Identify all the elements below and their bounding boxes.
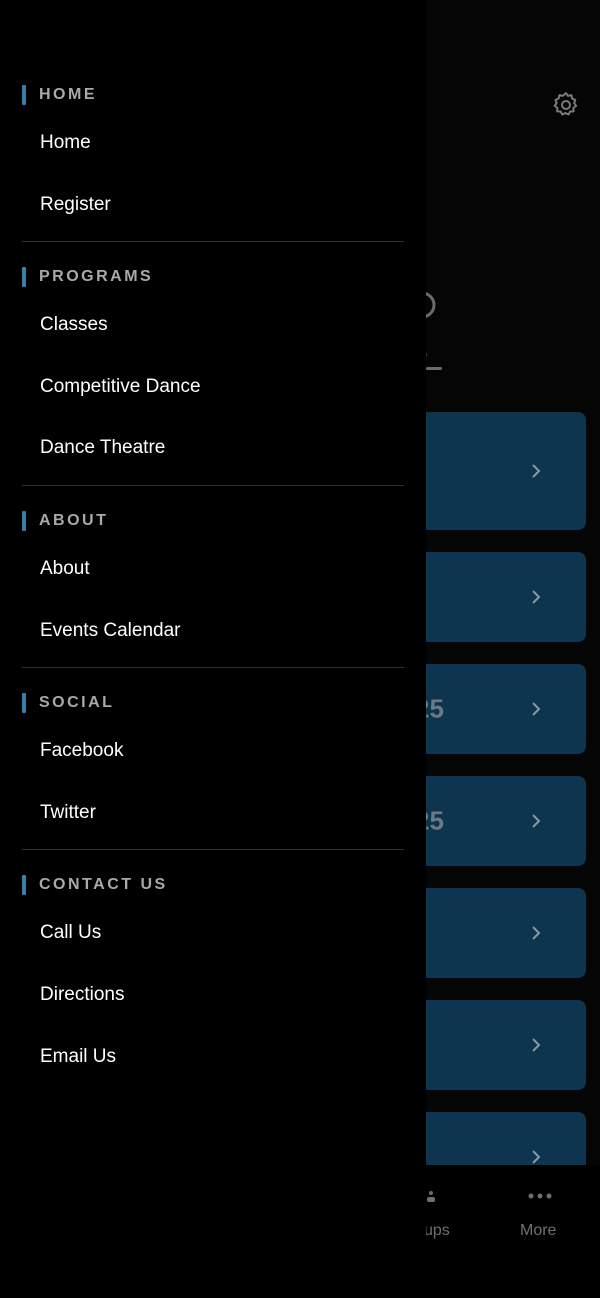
section-header-about: ABOUT — [22, 510, 108, 532]
section-header-home: HOME — [22, 84, 97, 106]
section-divider — [22, 667, 404, 668]
chevron-right-icon — [532, 1150, 541, 1164]
groups-icon — [427, 1191, 435, 1202]
section-divider — [22, 849, 404, 850]
accent-bar — [22, 511, 26, 531]
menu-item-directions[interactable]: Directions — [40, 983, 124, 1007]
chevron-right-icon — [532, 464, 541, 478]
menu-item-competitive-dance[interactable]: Competitive Dance — [40, 375, 201, 399]
section-divider — [22, 485, 404, 486]
menu-item-register[interactable]: Register — [40, 193, 111, 217]
section-divider — [22, 241, 404, 242]
accent-bar — [22, 875, 26, 895]
accent-bar — [22, 267, 26, 287]
menu-item-classes[interactable]: Classes — [40, 313, 108, 337]
section-header-contact-us: CONTACT US — [22, 874, 168, 896]
list-card[interactable] — [405, 412, 586, 530]
chevron-right-icon — [532, 702, 541, 716]
accent-bar — [22, 85, 26, 105]
menu-item-home[interactable]: Home — [40, 131, 91, 155]
chevron-right-icon — [532, 590, 541, 604]
menu-item-about[interactable]: About — [40, 557, 90, 581]
accent-bar — [22, 693, 26, 713]
list-card[interactable]: 25 — [405, 664, 586, 754]
chevron-right-icon — [532, 814, 541, 828]
chevron-right-icon — [532, 926, 541, 940]
settings-gear-icon[interactable] — [551, 90, 581, 120]
menu-item-email-us[interactable]: Email Us — [40, 1045, 116, 1069]
navigation-drawer: HOME Home Register PROGRAMS Classes Comp… — [0, 0, 426, 1298]
list-card[interactable] — [405, 1000, 586, 1090]
tab-groups-label[interactable]: ups — [424, 1222, 450, 1240]
section-title: HOME — [39, 86, 97, 103]
section-header-social: SOCIAL — [22, 692, 114, 714]
menu-item-call-us[interactable]: Call Us — [40, 921, 101, 945]
list-card[interactable] — [405, 888, 586, 978]
section-title: CONTACT US — [39, 876, 168, 893]
more-dots-icon[interactable] — [528, 1192, 552, 1200]
menu-item-dance-theatre[interactable]: Dance Theatre — [40, 436, 165, 460]
list-card[interactable] — [405, 552, 586, 642]
tab-more-label[interactable]: More — [520, 1222, 556, 1240]
chevron-right-icon — [532, 1038, 541, 1052]
menu-item-facebook[interactable]: Facebook — [40, 739, 123, 763]
menu-item-events-calendar[interactable]: Events Calendar — [40, 619, 180, 643]
section-title: PROGRAMS — [39, 268, 154, 285]
menu-item-twitter[interactable]: Twitter — [40, 801, 96, 825]
list-card[interactable]: 25 — [405, 776, 586, 866]
section-title: ABOUT — [39, 512, 109, 529]
section-title: SOCIAL — [39, 694, 115, 711]
section-header-programs: PROGRAMS — [22, 266, 153, 288]
